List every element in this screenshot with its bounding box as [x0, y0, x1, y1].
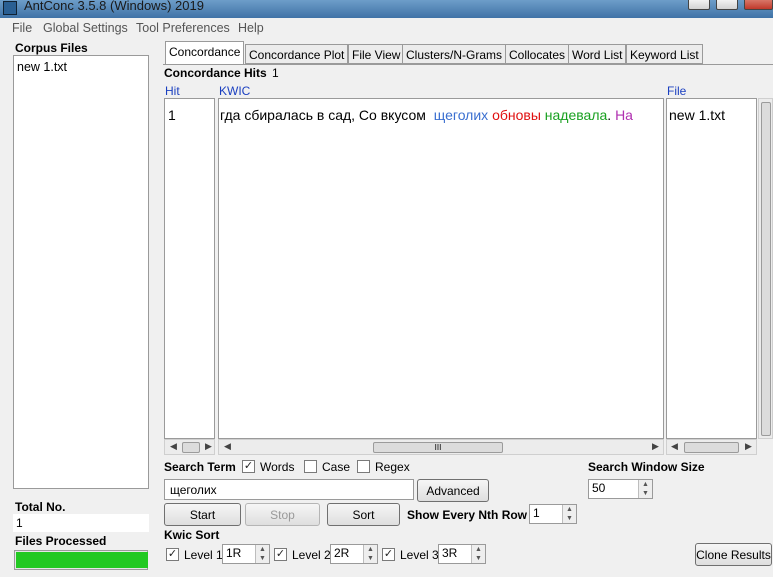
- vertical-scrollbar[interactable]: [758, 98, 773, 439]
- scroll-left-icon[interactable]: ◀: [170, 441, 177, 452]
- level-2-value: 2R: [334, 546, 350, 560]
- kwic-line[interactable]: гда сбиралась в сад, Со вкусом щеголих о…: [220, 107, 633, 123]
- tab-word-list[interactable]: Word List: [568, 44, 627, 64]
- nth-row-value: 1: [533, 506, 540, 520]
- scroll-right-icon[interactable]: ▶: [205, 441, 212, 452]
- words-checkbox[interactable]: ✓: [242, 460, 255, 473]
- words-label: Words: [260, 460, 295, 474]
- menu-bar: File Global Settings Tool Preferences He…: [0, 18, 773, 39]
- tab-strip-line: [163, 64, 773, 65]
- files-processed-label: Files Processed: [15, 534, 107, 548]
- search-window-size-spinner[interactable]: 50 ▲ ▼: [588, 479, 653, 499]
- level-1-value: 1R: [226, 546, 242, 560]
- corpus-file-list[interactable]: new 1.txt: [13, 55, 149, 489]
- level-3-label: Level 3: [400, 548, 439, 562]
- level-2-checkbox[interactable]: ✓: [274, 548, 287, 561]
- level-1-label: Level 1: [184, 548, 223, 562]
- spinner-arrows-icon[interactable]: ▲ ▼: [638, 480, 652, 498]
- tab-collocates[interactable]: Collocates: [505, 44, 570, 64]
- menu-help[interactable]: Help: [238, 21, 264, 35]
- title-bar: AntConc 3.5.8 (Windows) 2019: [0, 0, 773, 18]
- level-3-checkbox[interactable]: ✓: [382, 548, 395, 561]
- file-hscrollbar[interactable]: ◀ ▶: [666, 439, 757, 455]
- spinner-arrows-icon[interactable]: ▲ ▼: [363, 545, 377, 563]
- corpus-files-header: Corpus Files: [15, 41, 88, 55]
- close-button[interactable]: [744, 0, 773, 10]
- level-2-spinner[interactable]: 2R ▲ ▼: [330, 544, 378, 564]
- file-column-pane[interactable]: new 1.txt: [666, 98, 757, 439]
- column-header-hit[interactable]: Hit: [165, 84, 180, 98]
- scroll-left-icon[interactable]: ◀: [224, 441, 231, 452]
- hit-hscrollbar[interactable]: ◀ ▶: [164, 439, 215, 455]
- tab-keyword-list[interactable]: Keyword List: [626, 44, 703, 64]
- level-2-label: Level 2: [292, 548, 331, 562]
- file-scroll-thumb[interactable]: [684, 442, 739, 453]
- kwic-pane[interactable]: гда сбиралась в сад, Со вкусом щеголих о…: [218, 98, 664, 439]
- window-title: AntConc 3.5.8 (Windows) 2019: [24, 0, 204, 13]
- hit-number: 1: [168, 107, 176, 123]
- menu-file[interactable]: File: [12, 21, 32, 35]
- search-term-input[interactable]: щеголих: [164, 479, 414, 500]
- spinner-arrows-icon[interactable]: ▲ ▼: [255, 545, 269, 563]
- menu-tool-preferences[interactable]: Tool Preferences: [136, 21, 230, 35]
- tab-clusters-ngrams[interactable]: Clusters/N-Grams: [402, 44, 507, 64]
- hit-scroll-thumb[interactable]: [182, 442, 200, 453]
- progress-fill: [16, 552, 148, 568]
- files-processed-progress: [14, 550, 148, 570]
- clone-results-button[interactable]: Clone Results: [695, 543, 772, 566]
- level-1-spinner[interactable]: 1R ▲ ▼: [222, 544, 270, 564]
- case-label: Case: [322, 460, 351, 474]
- tab-concordance[interactable]: Concordance: [165, 41, 245, 64]
- scroll-thumb-grip: III: [434, 443, 442, 452]
- minimize-button[interactable]: [688, 0, 710, 10]
- total-no-value: 1: [16, 516, 23, 530]
- level-3-value: 3R: [442, 546, 458, 560]
- column-header-kwic[interactable]: KWIC: [219, 84, 250, 98]
- scroll-right-icon[interactable]: ▶: [652, 441, 659, 452]
- tab-file-view[interactable]: File View: [348, 44, 405, 64]
- nth-row-label: Show Every Nth Row: [407, 508, 528, 522]
- search-window-size-label: Search Window Size: [588, 460, 705, 474]
- kwic-right-word-3: На: [615, 107, 633, 123]
- menu-global-settings[interactable]: Global Settings: [43, 21, 128, 35]
- concordance-hits-label: Concordance Hits: [164, 66, 267, 80]
- advanced-button[interactable]: Advanced: [417, 479, 489, 502]
- kwic-left-context: гда сбиралась в сад, Со вкусом: [220, 107, 426, 123]
- scroll-left-icon[interactable]: ◀: [671, 441, 678, 452]
- spinner-arrows-icon[interactable]: ▲ ▼: [471, 545, 485, 563]
- kwic-punct: .: [607, 107, 612, 123]
- stop-button[interactable]: Stop: [245, 503, 320, 526]
- hit-column-pane[interactable]: 1: [164, 98, 215, 439]
- concordance-hits-value: 1: [272, 66, 279, 80]
- kwic-sort-label: Kwic Sort: [164, 528, 220, 542]
- regex-label: Regex: [375, 460, 410, 474]
- corpus-file-item[interactable]: new 1.txt: [17, 60, 67, 74]
- nth-row-spinner[interactable]: 1 ▲ ▼: [529, 504, 577, 524]
- regex-checkbox[interactable]: [357, 460, 370, 473]
- kwic-scroll-thumb[interactable]: III: [373, 442, 503, 453]
- kwic-hscrollbar[interactable]: ◀ III ▶: [218, 439, 664, 455]
- search-window-size-value: 50: [592, 481, 606, 495]
- app-icon: [3, 1, 17, 15]
- tab-concordance-plot[interactable]: Concordance Plot: [245, 44, 349, 64]
- search-term-value: щеголих: [170, 483, 217, 497]
- case-checkbox[interactable]: [304, 460, 317, 473]
- file-name-cell: new 1.txt: [669, 107, 726, 123]
- spinner-arrows-icon[interactable]: ▲ ▼: [562, 505, 576, 523]
- scroll-right-icon[interactable]: ▶: [745, 441, 752, 452]
- sort-button[interactable]: Sort: [327, 503, 400, 526]
- vertical-scroll-thumb[interactable]: [761, 102, 771, 436]
- total-no-label: Total No.: [15, 500, 66, 514]
- level-1-checkbox[interactable]: ✓: [166, 548, 179, 561]
- maximize-button[interactable]: [716, 0, 738, 10]
- kwic-right-word-2: надевала: [544, 107, 608, 123]
- search-term-label: Search Term: [164, 460, 236, 474]
- column-header-file[interactable]: File: [667, 84, 686, 98]
- start-button[interactable]: Start: [164, 503, 241, 526]
- kwic-keyword[interactable]: щеголих: [434, 107, 488, 123]
- total-no-value-box: 1: [13, 514, 149, 532]
- kwic-right-word-1: обновы: [492, 107, 541, 123]
- level-3-spinner[interactable]: 3R ▲ ▼: [438, 544, 486, 564]
